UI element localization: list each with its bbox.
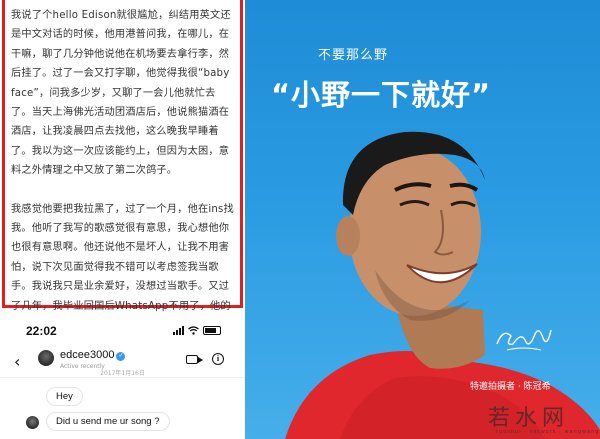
message-bubble: Hey: [46, 387, 83, 406]
signature-icon: [496, 329, 552, 351]
left-panel: 我说了个hello Edison就很尴尬，纠结用英文还是中文对话的时候，他用港普…: [0, 0, 245, 439]
chat-username[interactable]: edcee3000 ✓: [60, 349, 126, 361]
signal-icon: [173, 326, 184, 335]
status-time: 22:02: [26, 324, 57, 338]
site-watermark: 若水网 ruoshui · network · wangwang: [480, 398, 600, 439]
watermark-text: 若水网: [488, 406, 570, 431]
article-paragraph-1: 我说了个hello Edison就很尴尬，纠结用英文还是中文对话的时候，他用港普…: [11, 10, 231, 177]
watermark-subtext: ruoshui · network · wangwang: [496, 429, 600, 435]
chat-username-text: edcee3000: [60, 349, 115, 361]
ad-poster: 不要那么野 “小野一下就好” 特邀拍摄者 · 陈冠希: [245, 0, 600, 439]
video-call-icon[interactable]: [186, 355, 203, 364]
status-icons: [173, 326, 221, 335]
article-text-box: 我说了个hello Edison就很尴尬，纠结用英文还是中文对话的时候，他用港普…: [2, 0, 243, 331]
chat-date: 2017年1月16日: [100, 370, 145, 377]
poster-credit: 特邀拍摄者 · 陈冠希: [470, 382, 551, 392]
verified-badge-icon: ✓: [116, 352, 126, 361]
sender-avatar: [26, 416, 39, 429]
instagram-chat-screenshot: 22:02 ‹ edcee3000 ✓ Active recently i 20…: [0, 316, 245, 439]
portrait-image: [285, 131, 600, 439]
status-bar: 22:02: [26, 324, 221, 338]
wifi-icon: [188, 326, 199, 335]
info-icon[interactable]: i: [212, 353, 224, 365]
avatar[interactable]: [38, 350, 54, 366]
message-bubble: Did u send me ur song ?: [46, 412, 170, 431]
battery-icon: [203, 326, 221, 335]
